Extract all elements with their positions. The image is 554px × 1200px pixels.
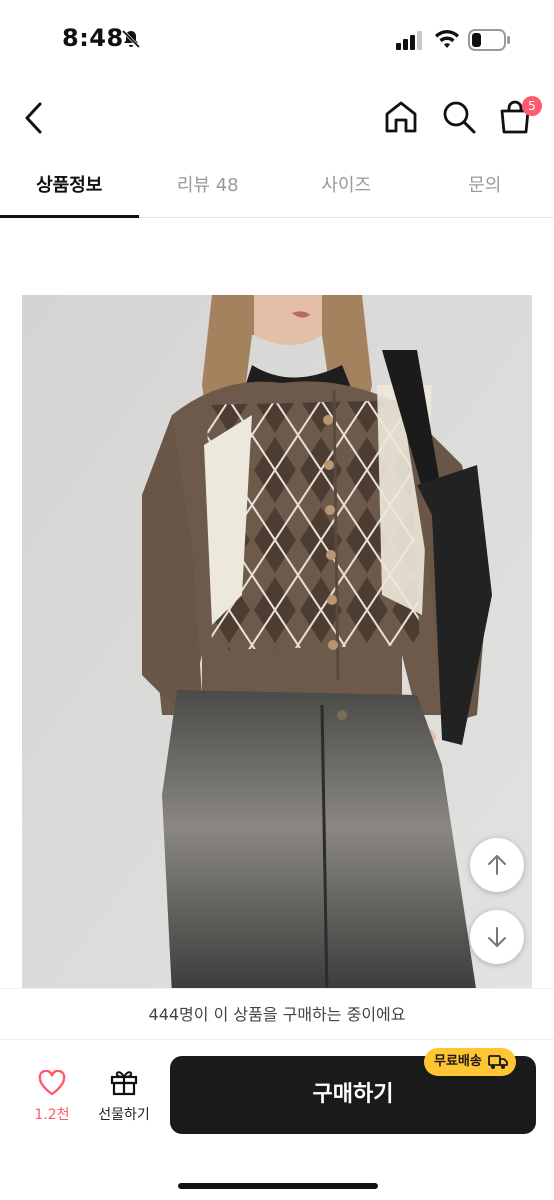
tab-inquiry[interactable]: 문의 bbox=[416, 160, 554, 217]
like-count: 1.2천 bbox=[34, 1107, 70, 1123]
free-shipping-badge: 무료배송 bbox=[424, 1048, 516, 1076]
back-arrow-icon[interactable] bbox=[18, 98, 50, 138]
bell-muted-icon bbox=[121, 29, 141, 49]
scroll-to-top-button[interactable] bbox=[470, 838, 524, 892]
status-time: 8:48 bbox=[62, 24, 124, 52]
arrow-down-icon bbox=[488, 927, 506, 947]
gift-icon bbox=[110, 1071, 138, 1096]
like-button[interactable]: 1.2천 bbox=[28, 1069, 76, 1124]
heart-icon bbox=[38, 1069, 66, 1096]
delivery-truck-icon bbox=[487, 1055, 508, 1069]
status-bar: 8:48 bbox=[0, 0, 554, 80]
purchase-activity-notice: 444명이 이 상품을 구매하는 중이에요 bbox=[0, 988, 554, 1040]
battery-icon bbox=[468, 29, 510, 51]
gift-label: 선물하기 bbox=[98, 1107, 150, 1123]
cart-count-badge: 5 bbox=[522, 96, 542, 116]
home-icon[interactable] bbox=[382, 98, 420, 136]
product-image bbox=[22, 295, 532, 995]
product-tab-bar: 상품정보 리뷰 48 사이즈 문의 bbox=[0, 160, 554, 218]
bottom-action-bar: 1.2천 선물하기 구매하기 무료배송 bbox=[0, 1040, 554, 1200]
scroll-to-bottom-button[interactable] bbox=[470, 910, 524, 964]
gift-button[interactable]: 선물하기 bbox=[92, 1068, 156, 1124]
free-shipping-label: 무료배송 bbox=[434, 1054, 482, 1069]
search-icon[interactable] bbox=[440, 98, 478, 136]
wifi-icon bbox=[435, 30, 459, 48]
top-navigation-bar bbox=[0, 88, 554, 150]
home-indicator bbox=[178, 1183, 378, 1189]
cellular-signal-icon bbox=[396, 31, 422, 50]
tab-reviews[interactable]: 리뷰 48 bbox=[139, 160, 278, 217]
tab-size[interactable]: 사이즈 bbox=[277, 160, 416, 217]
arrow-up-icon bbox=[488, 855, 506, 875]
tab-product-info[interactable]: 상품정보 bbox=[0, 160, 139, 218]
